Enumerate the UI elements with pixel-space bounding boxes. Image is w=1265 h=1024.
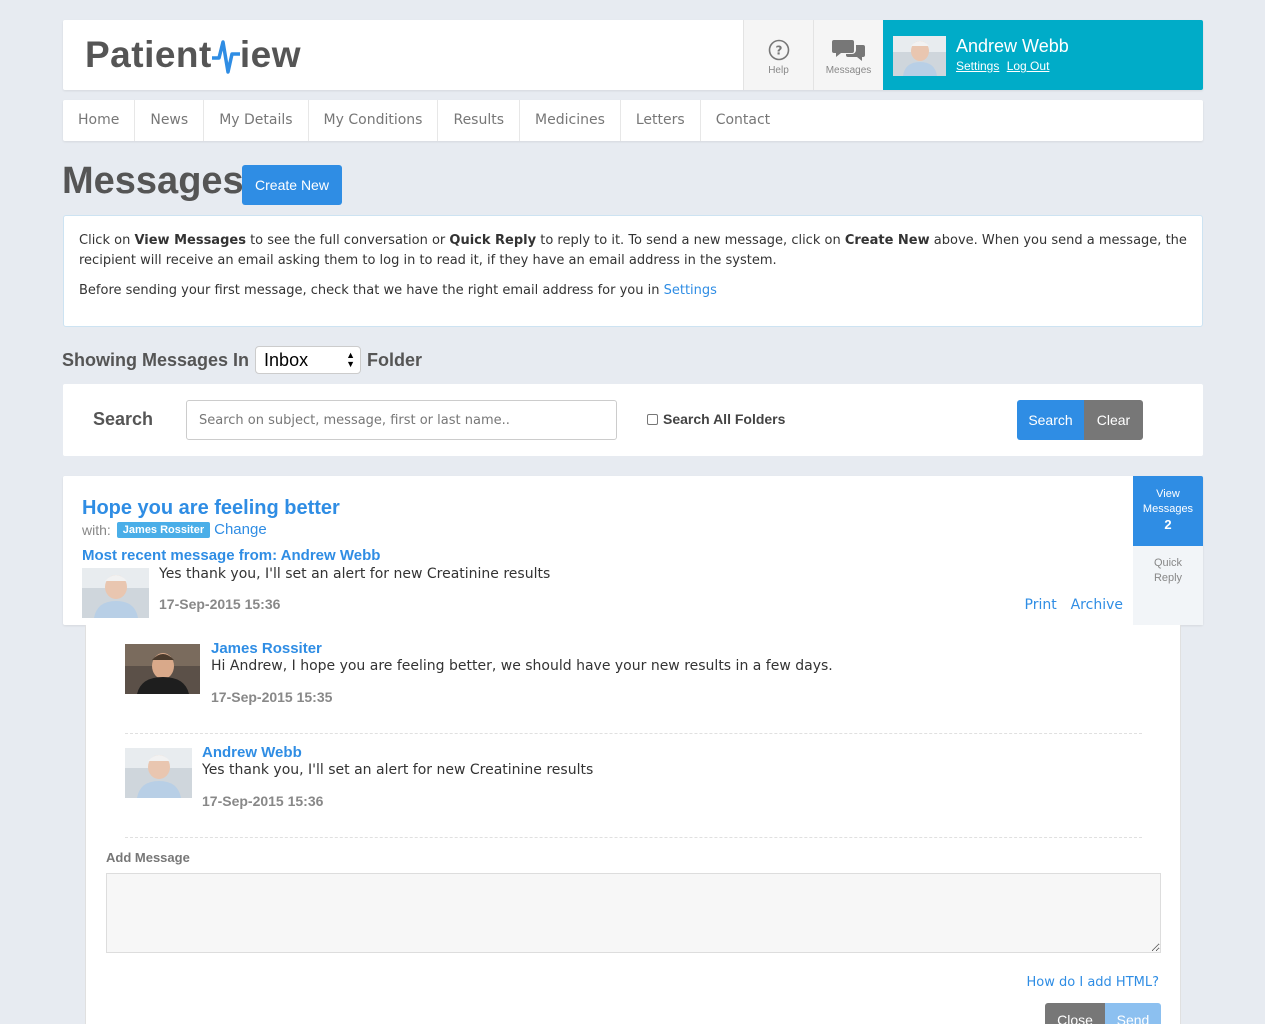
logout-link[interactable]: Log Out — [1007, 59, 1050, 73]
quick-reply-button[interactable]: Quick Reply — [1133, 546, 1203, 625]
nav-item-home[interactable]: Home — [63, 100, 136, 141]
close-button[interactable]: Close — [1045, 1003, 1105, 1024]
conversation-text: Yes thank you, I'll set an alert for new… — [202, 762, 594, 778]
settings-link[interactable]: Settings — [956, 59, 999, 73]
nav-item-medicines[interactable]: Medicines — [520, 100, 621, 141]
andrew-webb-avatar — [125, 748, 192, 798]
main-nav: Home News My Details My Conditions Resul… — [63, 100, 1203, 141]
nav-item-news[interactable]: News — [135, 100, 205, 141]
user-avatar[interactable] — [893, 36, 946, 76]
app-header: Patient iew ? Help Messages Andrew Webb … — [63, 20, 1203, 90]
user-links: Settings Log Out — [956, 59, 1053, 73]
logo-pulse-icon — [211, 40, 240, 74]
add-message-label: Add Message — [106, 850, 190, 865]
create-new-button[interactable]: Create New — [242, 165, 342, 205]
messages-button[interactable]: Messages — [813, 20, 883, 90]
user-name: Andrew Webb — [956, 36, 1069, 56]
logo-text-left: Patient — [85, 34, 212, 75]
info-paragraph-1: Click on View Messages to see the full c… — [79, 233, 1187, 268]
user-panel: Andrew Webb Settings Log Out — [883, 20, 1203, 90]
folder-suffix: Folder — [367, 349, 423, 370]
james-rossiter-avatar — [125, 644, 200, 694]
message-card: Hope you are feeling better with: James … — [63, 476, 1203, 625]
clear-button[interactable]: Clear — [1084, 400, 1143, 440]
help-icon: ? — [768, 39, 789, 61]
chat-bubbles-icon — [831, 40, 865, 61]
conversation-text: Hi Andrew, I hope you are feeling better… — [211, 658, 833, 674]
search-label: Search — [93, 409, 154, 429]
recent-message-date: 17-Sep-2015 15:36 — [159, 596, 281, 612]
send-button[interactable]: Send — [1105, 1003, 1161, 1024]
add-message-textarea[interactable] — [106, 873, 1161, 953]
nav-item-letters[interactable]: Letters — [621, 100, 701, 141]
nav-item-contact[interactable]: Contact — [701, 100, 785, 141]
nav-item-my-conditions[interactable]: My Conditions — [309, 100, 439, 141]
message-actions: Print Archive — [1015, 596, 1124, 613]
conversation-date: 17-Sep-2015 15:35 — [211, 689, 333, 705]
search-all-folders-checkbox[interactable] — [647, 413, 658, 425]
help-button[interactable]: ? Help — [743, 20, 813, 90]
search-panel: Search Search All Folders Search Clear — [63, 384, 1203, 456]
with-label: with: — [82, 521, 111, 538]
change-link[interactable]: Change — [214, 521, 267, 538]
conversation-divider — [125, 733, 1142, 734]
andrew-webb-avatar — [82, 568, 149, 618]
html-help-link[interactable]: How do I add HTML? — [1027, 975, 1159, 990]
view-messages-button[interactable]: View Messages 2 — [1133, 476, 1203, 546]
search-all-folders-label: Search All Folders — [663, 411, 786, 427]
conversation-author: James Rossiter — [211, 640, 322, 657]
nav-item-results[interactable]: Results — [438, 100, 521, 141]
conversation-panel: James Rossiter Hi Andrew, I hope you are… — [85, 625, 1181, 1024]
page-title: Messages — [62, 160, 244, 202]
info-settings-link[interactable]: Settings — [664, 283, 717, 298]
message-subject[interactable]: Hope you are feeling better — [82, 497, 340, 520]
recipient-tag: James Rossiter — [116, 521, 211, 538]
help-label: Help — [768, 65, 789, 76]
info-paragraph-2: Before sending your first message, check… — [79, 283, 717, 298]
folder-prefix: Showing Messages In — [62, 349, 250, 370]
info-panel: Click on View Messages to see the full c… — [63, 215, 1203, 327]
svg-text:?: ? — [775, 44, 782, 58]
patientview-logo[interactable]: Patient iew — [85, 34, 301, 76]
search-input[interactable] — [186, 400, 617, 440]
conversation-item: James Rossiter Hi Andrew, I hope you are… — [125, 640, 1142, 719]
folder-select[interactable]: Inbox ▲ ▼ — [255, 346, 362, 374]
nav-item-my-details[interactable]: My Details — [204, 100, 309, 141]
conversation-divider — [125, 837, 1142, 838]
search-all-folders[interactable]: Search All Folders — [647, 411, 785, 427]
print-link[interactable]: Print — [1025, 597, 1057, 613]
conversation-date: 17-Sep-2015 15:36 — [202, 793, 324, 809]
conversation-item: Andrew Webb Yes thank you, I'll set an a… — [125, 744, 1142, 823]
message-with: with: James Rossiter Change — [82, 521, 267, 538]
select-arrows-icon: ▲ ▼ — [346, 350, 356, 369]
conversation-author: Andrew Webb — [202, 744, 302, 761]
folder-selector-line: Showing Messages In Inbox ▲ ▼ Folder — [62, 346, 422, 374]
logo-text-right: iew — [239, 34, 301, 75]
archive-link[interactable]: Archive — [1071, 597, 1123, 613]
most-recent-label: Most recent message from: Andrew Webb — [82, 547, 381, 564]
message-count: 2 — [1164, 517, 1172, 532]
search-button[interactable]: Search — [1017, 400, 1084, 440]
recent-message-text: Yes thank you, I'll set an alert for new… — [159, 566, 551, 582]
messages-label: Messages — [825, 65, 872, 76]
